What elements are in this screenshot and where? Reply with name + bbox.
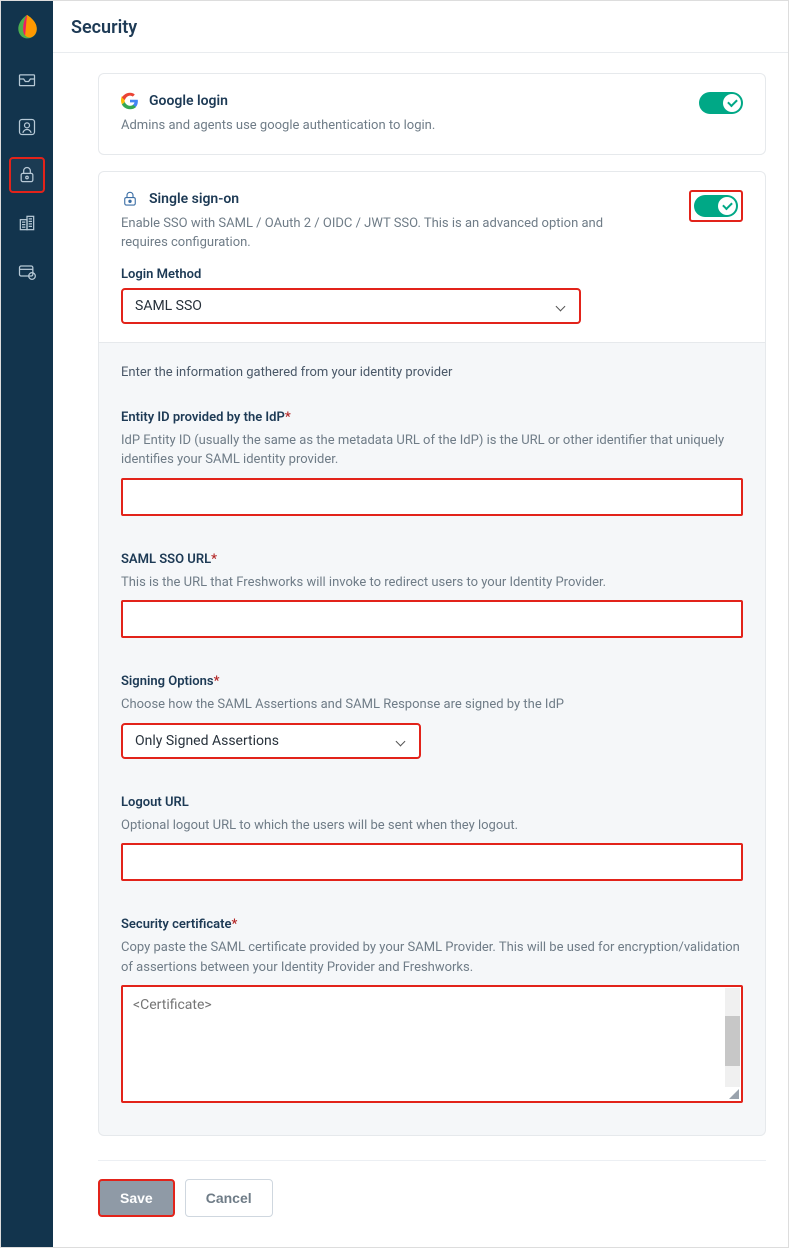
chevron-down-icon <box>397 736 407 746</box>
signing-label: Signing Options* <box>121 674 743 689</box>
entity-id-input[interactable] <box>121 478 743 516</box>
sidebar-item-inbox[interactable] <box>9 61 45 97</box>
chevron-down-icon <box>557 301 567 311</box>
cert-label: Security certificate* <box>121 917 743 932</box>
logout-url-help: Optional logout URL to which the users w… <box>121 816 743 836</box>
actions-bar: Save Cancel <box>98 1160 766 1217</box>
resize-handle[interactable] <box>729 1089 739 1099</box>
google-login-toggle[interactable] <box>699 92 743 114</box>
cancel-button[interactable]: Cancel <box>185 1179 273 1217</box>
entity-id-help: IdP Entity ID (usually the same as the m… <box>121 431 743 470</box>
google-login-card: Google login Admins and agents use googl… <box>98 73 766 155</box>
logout-url-input[interactable] <box>121 843 743 881</box>
page-title: Security <box>71 17 770 38</box>
signing-value: Only Signed Assertions <box>135 733 279 749</box>
sso-title: Single sign-on <box>149 191 239 207</box>
cert-help: Copy paste the SAML certificate provided… <box>121 938 743 977</box>
login-method-label: Login Method <box>121 267 743 282</box>
entity-id-label: Entity ID provided by the IdP* <box>121 410 743 425</box>
sso-config-panel: Enter the information gathered from your… <box>98 343 766 1137</box>
cert-textarea-wrap <box>121 985 743 1103</box>
sso-url-help: This is the URL that Freshworks will inv… <box>121 573 743 593</box>
sso-url-input[interactable] <box>121 600 743 638</box>
freshworks-logo-icon <box>12 13 42 43</box>
config-intro: Enter the information gathered from your… <box>121 365 743 380</box>
topbar: Security <box>53 1 788 53</box>
sidebar-item-user[interactable] <box>9 109 45 145</box>
lock-icon <box>121 190 139 208</box>
google-login-title: Google login <box>149 93 228 109</box>
sso-card: Single sign-on Enable SSO with SAML / OA… <box>98 171 766 343</box>
sso-toggle-highlight <box>689 190 743 222</box>
cert-textarea[interactable] <box>123 987 741 1097</box>
login-method-select[interactable]: SAML SSO <box>121 288 581 324</box>
sso-toggle[interactable] <box>694 195 738 217</box>
scrollbar[interactable] <box>725 988 740 1087</box>
sidebar-item-security[interactable] <box>9 157 45 193</box>
sidebar-item-billing[interactable] <box>9 253 45 289</box>
sidebar <box>1 1 53 1247</box>
logout-url-label: Logout URL <box>121 795 743 810</box>
google-login-description: Admins and agents use google authenticat… <box>121 116 639 136</box>
login-method-value: SAML SSO <box>135 298 202 314</box>
sso-url-label: SAML SSO URL* <box>121 552 743 567</box>
google-icon <box>121 92 139 110</box>
save-button[interactable]: Save <box>98 1179 175 1217</box>
signing-select[interactable]: Only Signed Assertions <box>121 723 421 759</box>
main-content: Security Google login Admins and agents … <box>53 1 788 1247</box>
sidebar-item-org[interactable] <box>9 205 45 241</box>
signing-help: Choose how the SAML Assertions and SAML … <box>121 695 743 715</box>
sso-description: Enable SSO with SAML / OAuth 2 / OIDC / … <box>121 214 629 253</box>
